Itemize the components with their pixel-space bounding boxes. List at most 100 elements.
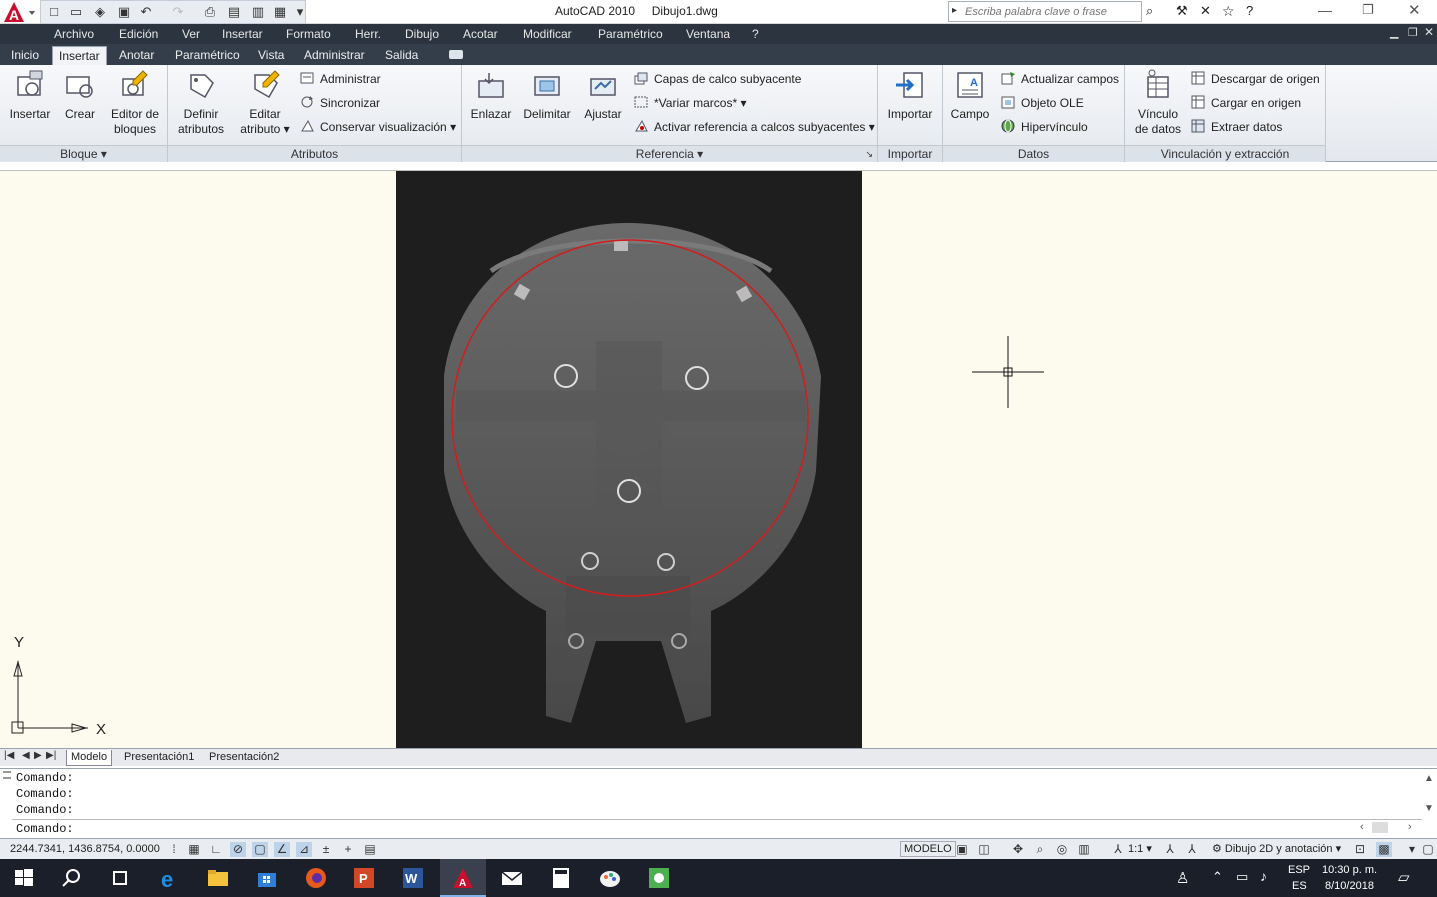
menu-insertar[interactable]: Insertar [222, 27, 263, 41]
enlazar-button[interactable]: Enlazar [466, 69, 516, 122]
tab-salida[interactable]: Salida [379, 46, 424, 65]
tab-vista[interactable]: Vista [252, 46, 290, 65]
steering-wheel-icon[interactable]: ◎ [1054, 842, 1070, 857]
maximize-icon[interactable]: ❐ [1362, 2, 1374, 18]
menu-edicion[interactable]: Edición [119, 27, 158, 41]
first-layout-icon[interactable]: |◀ [4, 750, 14, 761]
menu-ver[interactable]: Ver [182, 27, 200, 41]
snap-icon[interactable]: ⁞ [166, 842, 182, 857]
next-layout-icon[interactable]: ▶ [34, 750, 42, 761]
command-grip-icon[interactable] [3, 771, 11, 779]
last-layout-icon[interactable]: ▶| [46, 750, 56, 761]
subscription-icon[interactable]: ⚒ [1176, 3, 1188, 19]
close-icon[interactable]: ✕ [1408, 1, 1421, 19]
application-menu-button[interactable]: A [0, 0, 38, 24]
quick-view-layouts-icon[interactable]: ▣ [954, 842, 970, 857]
pan-icon[interactable]: ✥ [1010, 842, 1026, 857]
menu-archivo[interactable]: Archivo [54, 27, 94, 41]
menu-herr[interactable]: Herr. [355, 27, 381, 41]
menu-help[interactable]: ? [752, 27, 759, 41]
task-view-icon[interactable] [108, 866, 132, 890]
workspace-switch[interactable]: ⚙ Dibujo 2D y anotación ▾ [1212, 842, 1341, 855]
hscroll-left-icon[interactable]: ‹ [1360, 821, 1364, 833]
variar-marcos-dropdown[interactable]: *Variar marcos* ▾ [634, 94, 747, 112]
communication-icon[interactable]: ✕ [1200, 3, 1211, 19]
tab-anotar[interactable]: Anotar [113, 46, 160, 65]
search-box[interactable]: ▸ [948, 1, 1142, 22]
tab-presentacion2[interactable]: Presentación2 [205, 750, 283, 766]
qat-dropdown-icon[interactable]: ▾ [293, 5, 307, 19]
publish-icon[interactable]: ▤ [227, 5, 241, 19]
lock-icon[interactable]: ⊡ [1352, 842, 1368, 857]
conservar-visualizacion-button[interactable]: Conservar visualización ▾ [300, 118, 456, 136]
green-app-icon[interactable] [647, 866, 671, 890]
raster-image-underlay[interactable] [396, 171, 862, 749]
doc-close-icon[interactable]: ✕ [1424, 25, 1434, 39]
zoom-icon[interactable]: ⌕ [1032, 842, 1048, 857]
search-expand-icon[interactable]: ▸ [952, 5, 957, 16]
command-prompt[interactable]: Comando: [16, 822, 74, 836]
menu-modificar[interactable]: Modificar [523, 27, 572, 41]
prev-layout-icon[interactable]: ◀ [22, 750, 30, 761]
minimize-icon[interactable]: — [1318, 2, 1332, 18]
open-web-icon[interactable]: ◈ [93, 5, 107, 19]
definir-atributos-button[interactable]: Definir atributos [172, 69, 230, 137]
status-menu-icon[interactable]: ▾ [1404, 842, 1420, 857]
tray-expand-icon[interactable]: ⌃ [1212, 869, 1223, 885]
grid-icon[interactable]: ▦ [186, 842, 202, 857]
clock-date[interactable]: 8/10/2018 [1325, 880, 1374, 892]
store-icon[interactable] [255, 866, 279, 890]
word-icon[interactable]: W [401, 866, 425, 890]
mail-icon[interactable] [500, 866, 524, 890]
panel-bloque-label[interactable]: Bloque ▾ [0, 145, 167, 162]
auto-scale-icon[interactable]: ⅄ [1184, 842, 1200, 857]
panel-referencia-label[interactable]: Referencia ▾ ↘ [462, 145, 877, 162]
search-input[interactable] [965, 2, 1141, 21]
help-icon[interactable]: ? [1246, 3, 1253, 18]
ortho-icon[interactable]: ∟ [208, 842, 224, 857]
windows-start-icon[interactable] [12, 866, 36, 890]
tab-inicio[interactable]: Inicio [5, 46, 45, 65]
scroll-down-icon[interactable]: ▼ [1424, 803, 1434, 814]
clean-screen-icon[interactable]: ▢ [1420, 842, 1436, 857]
menu-parametrico[interactable]: Paramétrico [598, 27, 663, 41]
tab-presentacion1[interactable]: Presentación1 [120, 750, 198, 766]
actualizar-campos-button[interactable]: Actualizar campos [1001, 70, 1119, 88]
ducs-icon[interactable]: ⊿ [296, 842, 312, 857]
edge-browser-icon[interactable]: e [158, 866, 182, 890]
open-file-icon[interactable]: ▭ [69, 5, 83, 19]
ribbon-minimize-icon[interactable] [449, 50, 463, 59]
doc-restore-icon[interactable]: ❐ [1408, 26, 1418, 39]
polar-icon[interactable]: ⊘ [230, 842, 246, 857]
tab-parametrico[interactable]: Paramétrico [169, 46, 246, 65]
campo-button[interactable]: A Campo [947, 69, 993, 122]
otrack-icon[interactable]: ∠ [274, 842, 290, 857]
panel-dialog-launcher-icon[interactable]: ↘ [865, 146, 873, 162]
sheet-set-icon[interactable]: ▦ [273, 5, 287, 19]
menu-ventana[interactable]: Ventana [686, 27, 730, 41]
objeto-ole-button[interactable]: Objeto OLE [1001, 94, 1084, 112]
drawing-area[interactable]: Y X [0, 170, 1437, 749]
descargar-origen-button[interactable]: Descargar de origen [1191, 70, 1320, 88]
dyn-icon[interactable]: ± [318, 842, 334, 857]
new-file-icon[interactable]: □ [47, 5, 61, 19]
hscroll-thumb[interactable] [1372, 822, 1388, 833]
quick-properties-icon[interactable]: ▤ [362, 842, 378, 857]
menu-dibujo[interactable]: Dibujo [405, 27, 439, 41]
doc-minimize-icon[interactable]: ▁ [1390, 26, 1398, 39]
redo-icon[interactable]: ↷ [171, 5, 185, 19]
tab-modelo[interactable]: Modelo [66, 750, 113, 766]
lineweight-icon[interactable]: + [340, 842, 356, 857]
editar-atributo-button[interactable]: Editar atributo ▾ [236, 69, 294, 137]
batch-plot-icon[interactable]: ▥ [251, 5, 265, 19]
tab-administrar[interactable]: Administrar [298, 46, 371, 65]
search-icon[interactable] [60, 866, 84, 890]
quick-view-drawings-icon[interactable]: ◫ [976, 842, 992, 857]
importar-button[interactable]: Importar [882, 69, 938, 122]
ajustar-button[interactable]: Ajustar [578, 69, 628, 122]
scroll-up-icon[interactable]: ▲ [1424, 773, 1434, 784]
binoculars-icon[interactable]: ⌕ [1146, 3, 1153, 19]
delimitar-button[interactable]: Delimitar [520, 69, 574, 122]
administrar-button[interactable]: Administrar [300, 70, 381, 88]
undo-icon[interactable]: ↶ [139, 5, 153, 19]
